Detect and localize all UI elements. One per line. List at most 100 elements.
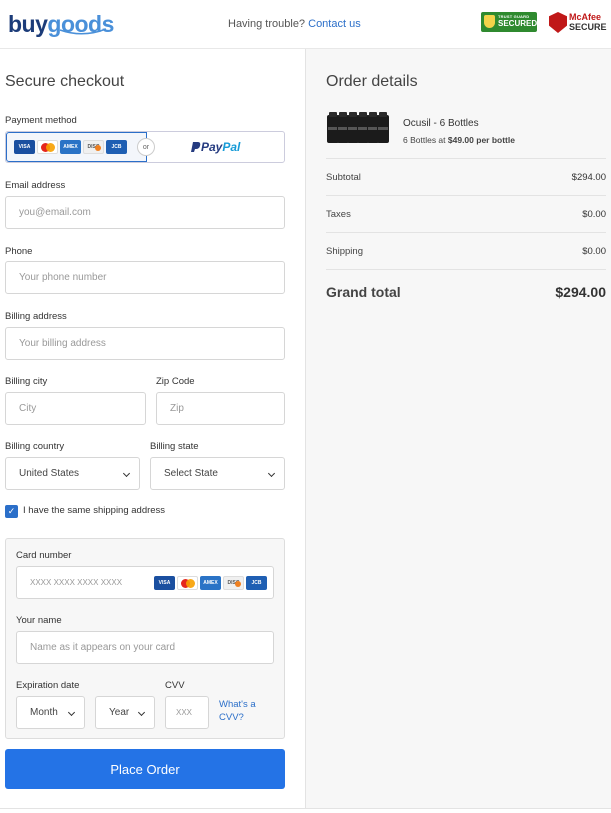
subtotal-value: $294.00 — [571, 172, 606, 183]
logo-swoosh-icon — [59, 28, 107, 35]
card-details-panel: Card number XXXX XXXX XXXX XXXX VISA AME… — [5, 538, 285, 739]
billing-address-field[interactable]: Your billing address — [5, 327, 285, 360]
grand-total-value: $294.00 — [555, 284, 606, 300]
expiration-month-select[interactable]: Month — [16, 696, 85, 729]
contact-us-link[interactable]: Contact us — [308, 18, 361, 30]
billing-city-label: Billing city — [5, 376, 48, 387]
whats-a-cvv-link[interactable]: What's a CVV? — [219, 698, 256, 724]
billing-country-select[interactable]: United States — [5, 457, 140, 490]
expiration-year-select[interactable]: Year — [95, 696, 155, 729]
billing-country-value: United States — [19, 468, 80, 479]
cvv-placeholder: XXX — [176, 708, 193, 717]
card-number-brand-icons: VISA AMEX DISC JCB — [154, 576, 267, 590]
or-divider: or — [137, 138, 155, 156]
chevron-down-icon — [137, 708, 146, 717]
logo-text-buy: buy — [8, 11, 48, 37]
grand-total-label: Grand total — [326, 284, 401, 300]
visa-icon: VISA — [14, 140, 35, 154]
taxes-value: $0.00 — [582, 209, 606, 220]
billing-state-select[interactable]: Select State — [150, 457, 285, 490]
discover-icon: DISC — [223, 576, 244, 590]
shipping-label: Shipping — [326, 246, 363, 257]
mastercard-icon — [37, 140, 58, 154]
place-order-button[interactable]: Place Order — [5, 749, 285, 789]
shield-icon — [484, 15, 495, 28]
paypal-option[interactable]: PayPal — [190, 140, 240, 154]
same-shipping-checkbox[interactable]: ✓ — [5, 505, 18, 518]
billing-country-label: Billing country — [5, 441, 65, 452]
mcafee-top-text: McAfee — [569, 12, 602, 22]
phone-field[interactable]: Your phone number — [5, 261, 285, 294]
taxes-label: Taxes — [326, 209, 351, 220]
mcafee-shield-icon — [549, 12, 567, 33]
checkmark-icon: ✓ — [7, 506, 16, 516]
secured-badge-main: SECURED — [498, 19, 538, 28]
month-value: Month — [30, 707, 58, 718]
accepted-cards: VISA AMEX DISC JCB — [14, 140, 127, 154]
whats-cvv-line1: What's a — [219, 699, 256, 710]
billing-address-label: Billing address — [5, 311, 67, 322]
amex-icon: AMEX — [60, 140, 81, 154]
mcafee-bottom-text: SECURE — [569, 22, 607, 32]
checkout-form: Secure checkout Payment method VISA AMEX… — [0, 49, 306, 809]
cardholder-name-placeholder: Name as it appears on your card — [30, 642, 176, 653]
card-number-field[interactable]: XXXX XXXX XXXX XXXX VISA AMEX DISC JCB — [16, 566, 274, 599]
city-placeholder: City — [19, 403, 37, 414]
amex-icon: AMEX — [200, 576, 221, 590]
chevron-down-icon — [267, 469, 276, 478]
divider — [326, 195, 606, 196]
trust-guard-secured-badge: TRUST GUARD SECURED — [481, 12, 537, 32]
shipping-value: $0.00 — [582, 246, 606, 257]
chevron-down-icon — [67, 708, 76, 717]
paypal-p-icon — [191, 142, 201, 152]
subtotal-label: Subtotal — [326, 172, 361, 183]
jcb-icon: JCB — [246, 576, 267, 590]
checkout-title: Secure checkout — [5, 73, 125, 90]
paypal-pay-text: Pay — [201, 140, 223, 154]
phone-placeholder: Your phone number — [19, 272, 107, 283]
cvv-field[interactable]: XXX — [165, 696, 209, 729]
mastercard-icon — [177, 576, 198, 590]
billing-city-field[interactable]: City — [5, 392, 146, 425]
card-number-placeholder: XXXX XXXX XXXX XXXX — [30, 578, 123, 587]
product-sub-prefix: 6 Bottles at — [403, 135, 448, 145]
billing-state-label: Billing state — [150, 441, 199, 452]
billing-state-value: Select State — [164, 468, 218, 479]
product-subtitle: 6 Bottles at $49.00 per bottle — [403, 135, 515, 145]
divider — [326, 232, 606, 233]
zip-placeholder: Zip — [170, 403, 184, 414]
whats-cvv-line2: CVV? — [219, 712, 244, 723]
payment-method-selector: VISA AMEX DISC JCB or PayPal — [5, 131, 285, 163]
zip-code-field[interactable]: Zip — [156, 392, 285, 425]
trouble-text: Having trouble? — [228, 18, 306, 30]
email-label: Email address — [5, 180, 66, 191]
order-details-title: Order details — [326, 73, 418, 90]
billing-address-placeholder: Your billing address — [19, 338, 106, 349]
footer-divider — [0, 808, 611, 809]
year-value: Year — [109, 707, 130, 718]
page-header: buygoods Having trouble? Contact us TRUS… — [0, 0, 611, 49]
cardholder-name-field[interactable]: Name as it appears on your card — [16, 631, 274, 664]
mcafee-secure-badge: McAfee SECURE — [549, 12, 607, 34]
same-shipping-label: I have the same shipping address — [23, 505, 166, 516]
divider — [326, 269, 606, 270]
product-name: Ocusil - 6 Bottles — [403, 118, 479, 129]
discover-icon: DISC — [83, 140, 104, 154]
chevron-down-icon — [122, 469, 131, 478]
zip-code-label: Zip Code — [156, 376, 195, 387]
credit-card-option[interactable]: VISA AMEX DISC JCB — [6, 132, 147, 162]
expiration-date-label: Expiration date — [16, 680, 80, 691]
email-field[interactable]: you@email.com — [5, 196, 285, 229]
your-name-label: Your name — [16, 615, 62, 626]
jcb-icon: JCB — [106, 140, 127, 154]
phone-label: Phone — [5, 246, 33, 257]
cvv-label: CVV — [165, 680, 185, 691]
product-image — [327, 112, 389, 145]
divider — [326, 158, 606, 159]
payment-method-label: Payment method — [5, 115, 77, 126]
card-number-label: Card number — [16, 550, 72, 561]
paypal-pal-text: Pal — [222, 140, 241, 154]
product-unit-price: $49.00 per bottle — [447, 135, 515, 145]
order-summary: Order details Ocusil - 6 Bottles 6 Bottl… — [306, 49, 611, 809]
visa-icon: VISA — [154, 576, 175, 590]
